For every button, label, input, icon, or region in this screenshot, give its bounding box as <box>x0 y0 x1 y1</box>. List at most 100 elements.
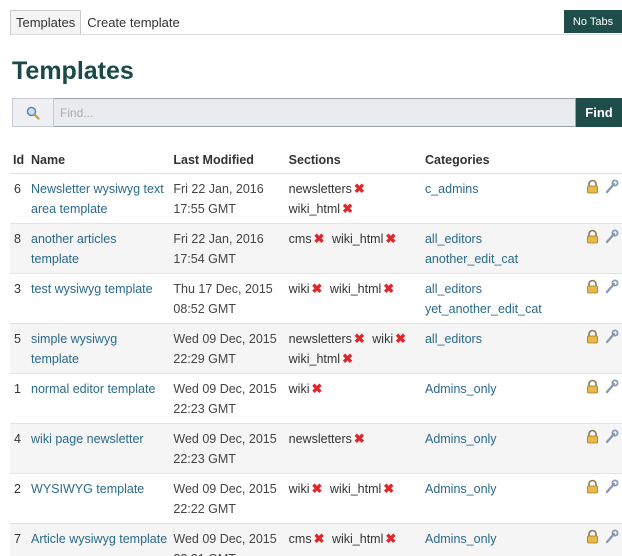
category-label[interactable]: all_editors <box>425 229 579 249</box>
category-label[interactable]: Admins_only <box>425 429 579 449</box>
cell-id: 6 <box>10 172 29 223</box>
template-name-link[interactable]: normal editor template <box>31 382 155 396</box>
category-label[interactable]: c_admins <box>425 179 579 199</box>
wrench-icon[interactable] <box>604 279 619 300</box>
category-label[interactable]: Admins_only <box>425 529 579 549</box>
tab-bar: Templates Create template <box>10 10 186 35</box>
template-name-link[interactable]: simple wysiwyg template <box>31 332 117 366</box>
remove-section-icon[interactable]: ✖ <box>342 201 353 216</box>
table-row: 3 test wysiwyg template Thu 17 Dec, 2015 0… <box>10 272 622 323</box>
template-name-link[interactable]: test wysiwyg template <box>31 282 153 296</box>
column-header-name[interactable]: Name <box>28 147 170 173</box>
cell-actions <box>582 272 622 323</box>
template-name-link[interactable]: another articles template <box>31 232 116 266</box>
table-row: 8 another articles template Fri 22 Jan, 20… <box>10 222 622 273</box>
no-tabs-button[interactable]: No Tabs <box>564 10 622 33</box>
lock-icon[interactable] <box>585 179 600 200</box>
remove-section-icon[interactable]: ✖ <box>354 431 365 446</box>
template-name-link[interactable]: wiki page newsletter <box>31 432 144 446</box>
table-row: 1 normal editor template Wed 09 Dec, 2015 … <box>10 372 622 423</box>
cell-id: 4 <box>10 422 29 473</box>
remove-section-icon[interactable]: ✖ <box>314 231 325 246</box>
wrench-icon[interactable] <box>604 379 619 400</box>
cell-categories: Admins_only <box>421 522 583 556</box>
template-name-link[interactable]: Article wysiwyg template <box>31 532 167 546</box>
cell-sections: cms ✖ wiki_html ✖ <box>285 222 422 273</box>
remove-section-icon[interactable]: ✖ <box>385 231 396 246</box>
lock-icon[interactable] <box>585 279 600 300</box>
page-title: Templates <box>12 57 134 85</box>
remove-section-icon[interactable]: ✖ <box>354 331 365 346</box>
template-name-link[interactable]: Newsletter wysiwyg text area template <box>31 182 164 216</box>
remove-section-icon[interactable]: ✖ <box>314 531 325 546</box>
table-row: 6 Newsletter wysiwyg text area template Fr… <box>10 172 622 223</box>
category-label[interactable]: all_editors <box>425 329 579 349</box>
cell-actions <box>582 372 622 423</box>
wrench-icon[interactable] <box>604 329 619 350</box>
cell-sections: wiki ✖ <box>285 372 422 423</box>
cell-id: 7 <box>10 522 29 556</box>
cell-last-modified: Thu 17 Dec, 2015 08:52 GMT <box>170 272 286 323</box>
column-header-id[interactable]: Id <box>10 147 28 173</box>
cell-last-modified: Wed 09 Dec, 2015 22:21 GMT <box>170 522 286 556</box>
tab-divider <box>10 34 622 35</box>
lock-icon[interactable] <box>585 479 600 500</box>
column-header-sections: Sections <box>288 152 341 167</box>
tab-create-template[interactable]: Create template <box>81 10 186 35</box>
cell-last-modified: Fri 22 Jan, 2016 17:55 GMT <box>170 172 286 223</box>
cell-sections: newsletters ✖ wiki_html ✖ <box>285 172 422 223</box>
remove-section-icon[interactable]: ✖ <box>354 181 365 196</box>
cell-actions <box>582 522 622 556</box>
cell-id: 2 <box>10 472 29 523</box>
cell-categories: Admins_only <box>421 472 583 523</box>
template-name-link[interactable]: WYSIWYG template <box>31 482 144 496</box>
remove-section-icon[interactable]: ✖ <box>383 481 394 496</box>
cell-categories: c_admins <box>421 172 583 223</box>
table-header-row: Id Name Last Modified Sections Categorie… <box>10 147 622 173</box>
lock-icon[interactable] <box>585 229 600 250</box>
category-label[interactable]: Admins_only <box>425 379 579 399</box>
remove-section-icon[interactable]: ✖ <box>342 351 353 366</box>
cell-categories: Admins_only <box>421 372 583 423</box>
search-icon[interactable] <box>12 98 54 127</box>
cell-sections: newsletters ✖ wiki ✖ wiki_html ✖ <box>285 322 422 373</box>
remove-section-icon[interactable]: ✖ <box>385 531 396 546</box>
section-label: wiki_html <box>331 531 384 546</box>
lock-icon[interactable] <box>585 429 600 450</box>
remove-section-icon[interactable]: ✖ <box>312 281 323 296</box>
cell-sections: cms ✖ wiki_html ✖ <box>285 522 422 556</box>
table-row: 4 wiki page newsletter Wed 09 Dec, 2015 22… <box>10 422 622 473</box>
cell-actions <box>582 472 622 523</box>
wrench-icon[interactable] <box>604 479 619 500</box>
remove-section-icon[interactable]: ✖ <box>312 481 323 496</box>
lock-icon[interactable] <box>585 329 600 350</box>
cell-last-modified: Wed 09 Dec, 2015 22:22 GMT <box>170 472 286 523</box>
cell-categories: all_editors yet_another_edit_cat <box>421 272 583 323</box>
tab-templates[interactable]: Templates <box>10 10 82 35</box>
cell-last-modified: Wed 09 Dec, 2015 22:23 GMT <box>170 372 286 423</box>
category-label[interactable]: yet_another_edit_cat <box>425 299 579 319</box>
section-label: wiki <box>288 481 310 496</box>
lock-icon[interactable] <box>585 529 600 550</box>
search-input[interactable] <box>54 98 576 127</box>
category-label[interactable]: all_editors <box>425 279 579 299</box>
table-row: 2 WYSIWYG template Wed 09 Dec, 2015 22:22 … <box>10 472 622 523</box>
cell-id: 1 <box>10 372 29 423</box>
cell-sections: wiki ✖ wiki_html ✖ <box>285 472 422 523</box>
lock-icon[interactable] <box>585 379 600 400</box>
section-label: cms <box>288 531 312 546</box>
cell-actions <box>582 222 622 273</box>
find-button[interactable]: Find <box>576 98 622 127</box>
column-header-last-modified[interactable]: Last Modified <box>170 147 285 173</box>
wrench-icon[interactable] <box>604 429 619 450</box>
section-label: newsletters <box>288 331 352 346</box>
section-label: wiki <box>372 331 394 346</box>
wrench-icon[interactable] <box>604 229 619 250</box>
category-label[interactable]: another_edit_cat <box>425 249 579 269</box>
wrench-icon[interactable] <box>604 179 619 200</box>
remove-section-icon[interactable]: ✖ <box>395 331 406 346</box>
remove-section-icon[interactable]: ✖ <box>383 281 394 296</box>
wrench-icon[interactable] <box>604 529 619 550</box>
remove-section-icon[interactable]: ✖ <box>312 381 323 396</box>
category-label[interactable]: Admins_only <box>425 479 579 499</box>
